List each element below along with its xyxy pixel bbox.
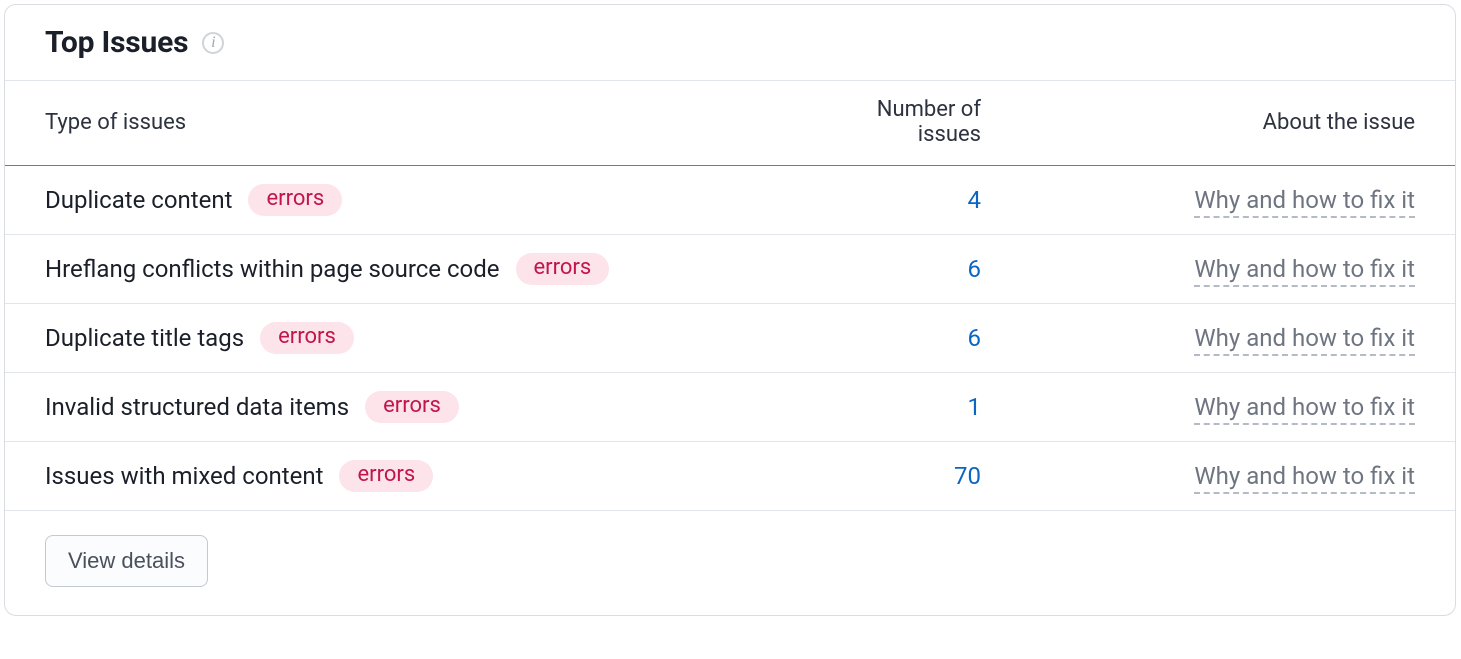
issue-count-cell: 70 (788, 442, 991, 511)
issue-cell: Duplicate content errors (5, 166, 788, 235)
issue-cell: Issues with mixed content errors (5, 442, 788, 511)
top-issues-card: Top Issues i Type of issues Number of is… (4, 4, 1456, 616)
table-row: Invalid structured data items errors 1 Why … (5, 373, 1455, 442)
table-row: Duplicate title tags errors 6 Why and how t… (5, 304, 1455, 373)
issue-count-link[interactable]: 6 (968, 324, 982, 352)
card-title: Top Issues (45, 25, 188, 60)
issue-name-label: Duplicate content (45, 186, 232, 214)
why-how-fix-link[interactable]: Why and how to fix it (1194, 255, 1415, 287)
view-details-button[interactable]: View details (45, 535, 208, 587)
issue-count-cell: 6 (788, 235, 991, 304)
issue-cell: Invalid structured data items errors (5, 373, 788, 442)
issues-table: Type of issues Number of issues About th… (5, 80, 1455, 511)
why-how-fix-link[interactable]: Why and how to fix it (1194, 324, 1415, 356)
error-badge: errors (248, 184, 342, 216)
why-how-fix-link[interactable]: Why and how to fix it (1194, 186, 1415, 218)
table-header-row: Type of issues Number of issues About th… (5, 81, 1455, 166)
issue-name-label: Duplicate title tags (45, 324, 244, 352)
why-how-fix-link[interactable]: Why and how to fix it (1194, 393, 1415, 425)
about-cell: Why and how to fix it (991, 235, 1455, 304)
issue-count-link[interactable]: 1 (968, 393, 982, 421)
issue-count-cell: 4 (788, 166, 991, 235)
error-badge: errors (339, 460, 433, 492)
issue-count-cell: 1 (788, 373, 991, 442)
issue-cell: Hreflang conflicts within page source co… (5, 235, 788, 304)
col-header-number: Number of issues (788, 81, 991, 166)
table-row: Duplicate content errors 4 Why and how to f… (5, 166, 1455, 235)
card-header: Top Issues i (5, 5, 1455, 80)
why-how-fix-link[interactable]: Why and how to fix it (1194, 462, 1415, 494)
card-footer: View details (5, 511, 1455, 615)
about-cell: Why and how to fix it (991, 166, 1455, 235)
issue-count-link[interactable]: 6 (968, 255, 982, 283)
about-cell: Why and how to fix it (991, 304, 1455, 373)
table-row: Issues with mixed content errors 70 Why and… (5, 442, 1455, 511)
issue-cell: Duplicate title tags errors (5, 304, 788, 373)
issue-name-label: Hreflang conflicts within page source co… (45, 255, 500, 283)
col-header-about: About the issue (991, 81, 1455, 166)
about-cell: Why and how to fix it (991, 442, 1455, 511)
issue-count-link[interactable]: 4 (968, 186, 982, 214)
error-badge: errors (365, 391, 459, 423)
issue-count-cell: 6 (788, 304, 991, 373)
error-badge: errors (516, 253, 610, 285)
issue-name-label: Issues with mixed content (45, 462, 323, 490)
about-cell: Why and how to fix it (991, 373, 1455, 442)
info-icon[interactable]: i (202, 32, 224, 54)
issue-name-label: Invalid structured data items (45, 393, 349, 421)
col-header-type: Type of issues (5, 81, 788, 166)
table-row: Hreflang conflicts within page source co… (5, 235, 1455, 304)
error-badge: errors (260, 322, 354, 354)
issue-count-link[interactable]: 70 (954, 462, 981, 490)
